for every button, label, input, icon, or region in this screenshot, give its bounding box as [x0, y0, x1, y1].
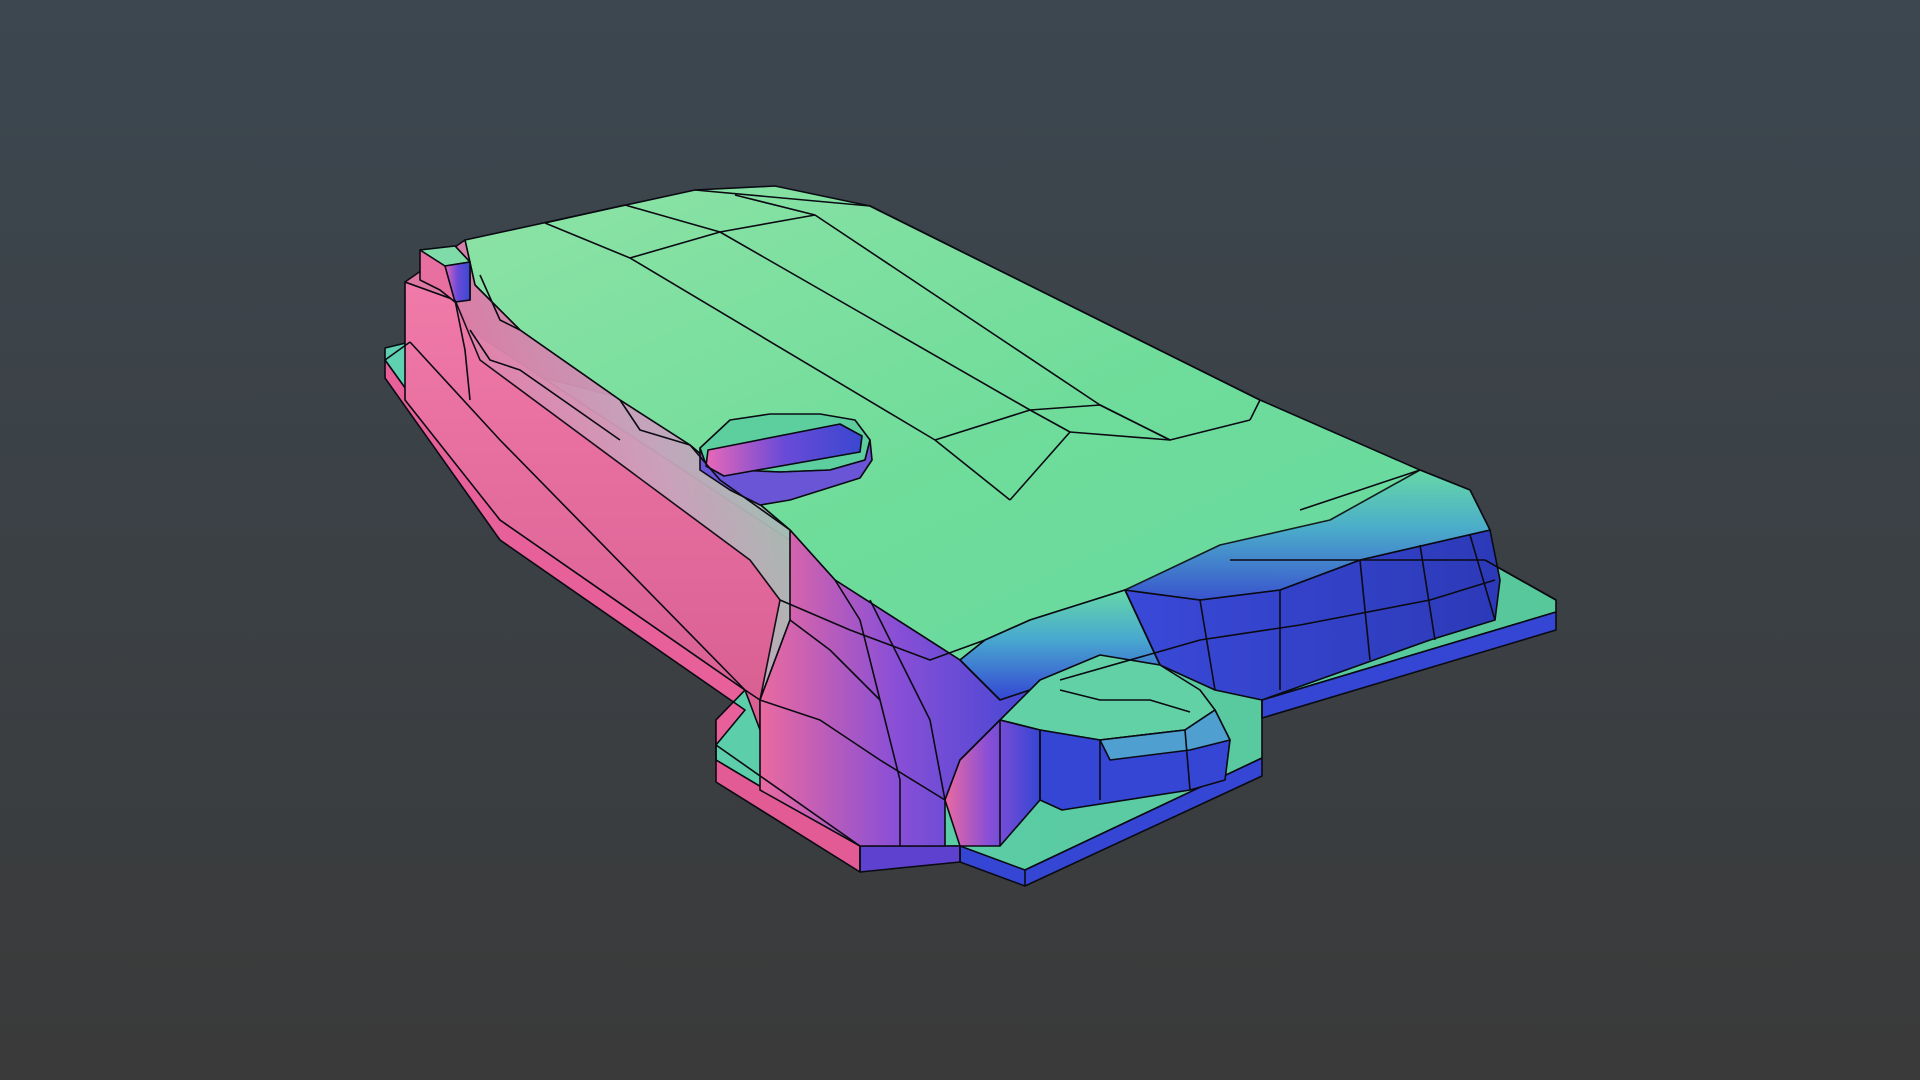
3d-viewport[interactable]	[0, 0, 1920, 1080]
viewport-canvas[interactable]	[0, 0, 1920, 1080]
